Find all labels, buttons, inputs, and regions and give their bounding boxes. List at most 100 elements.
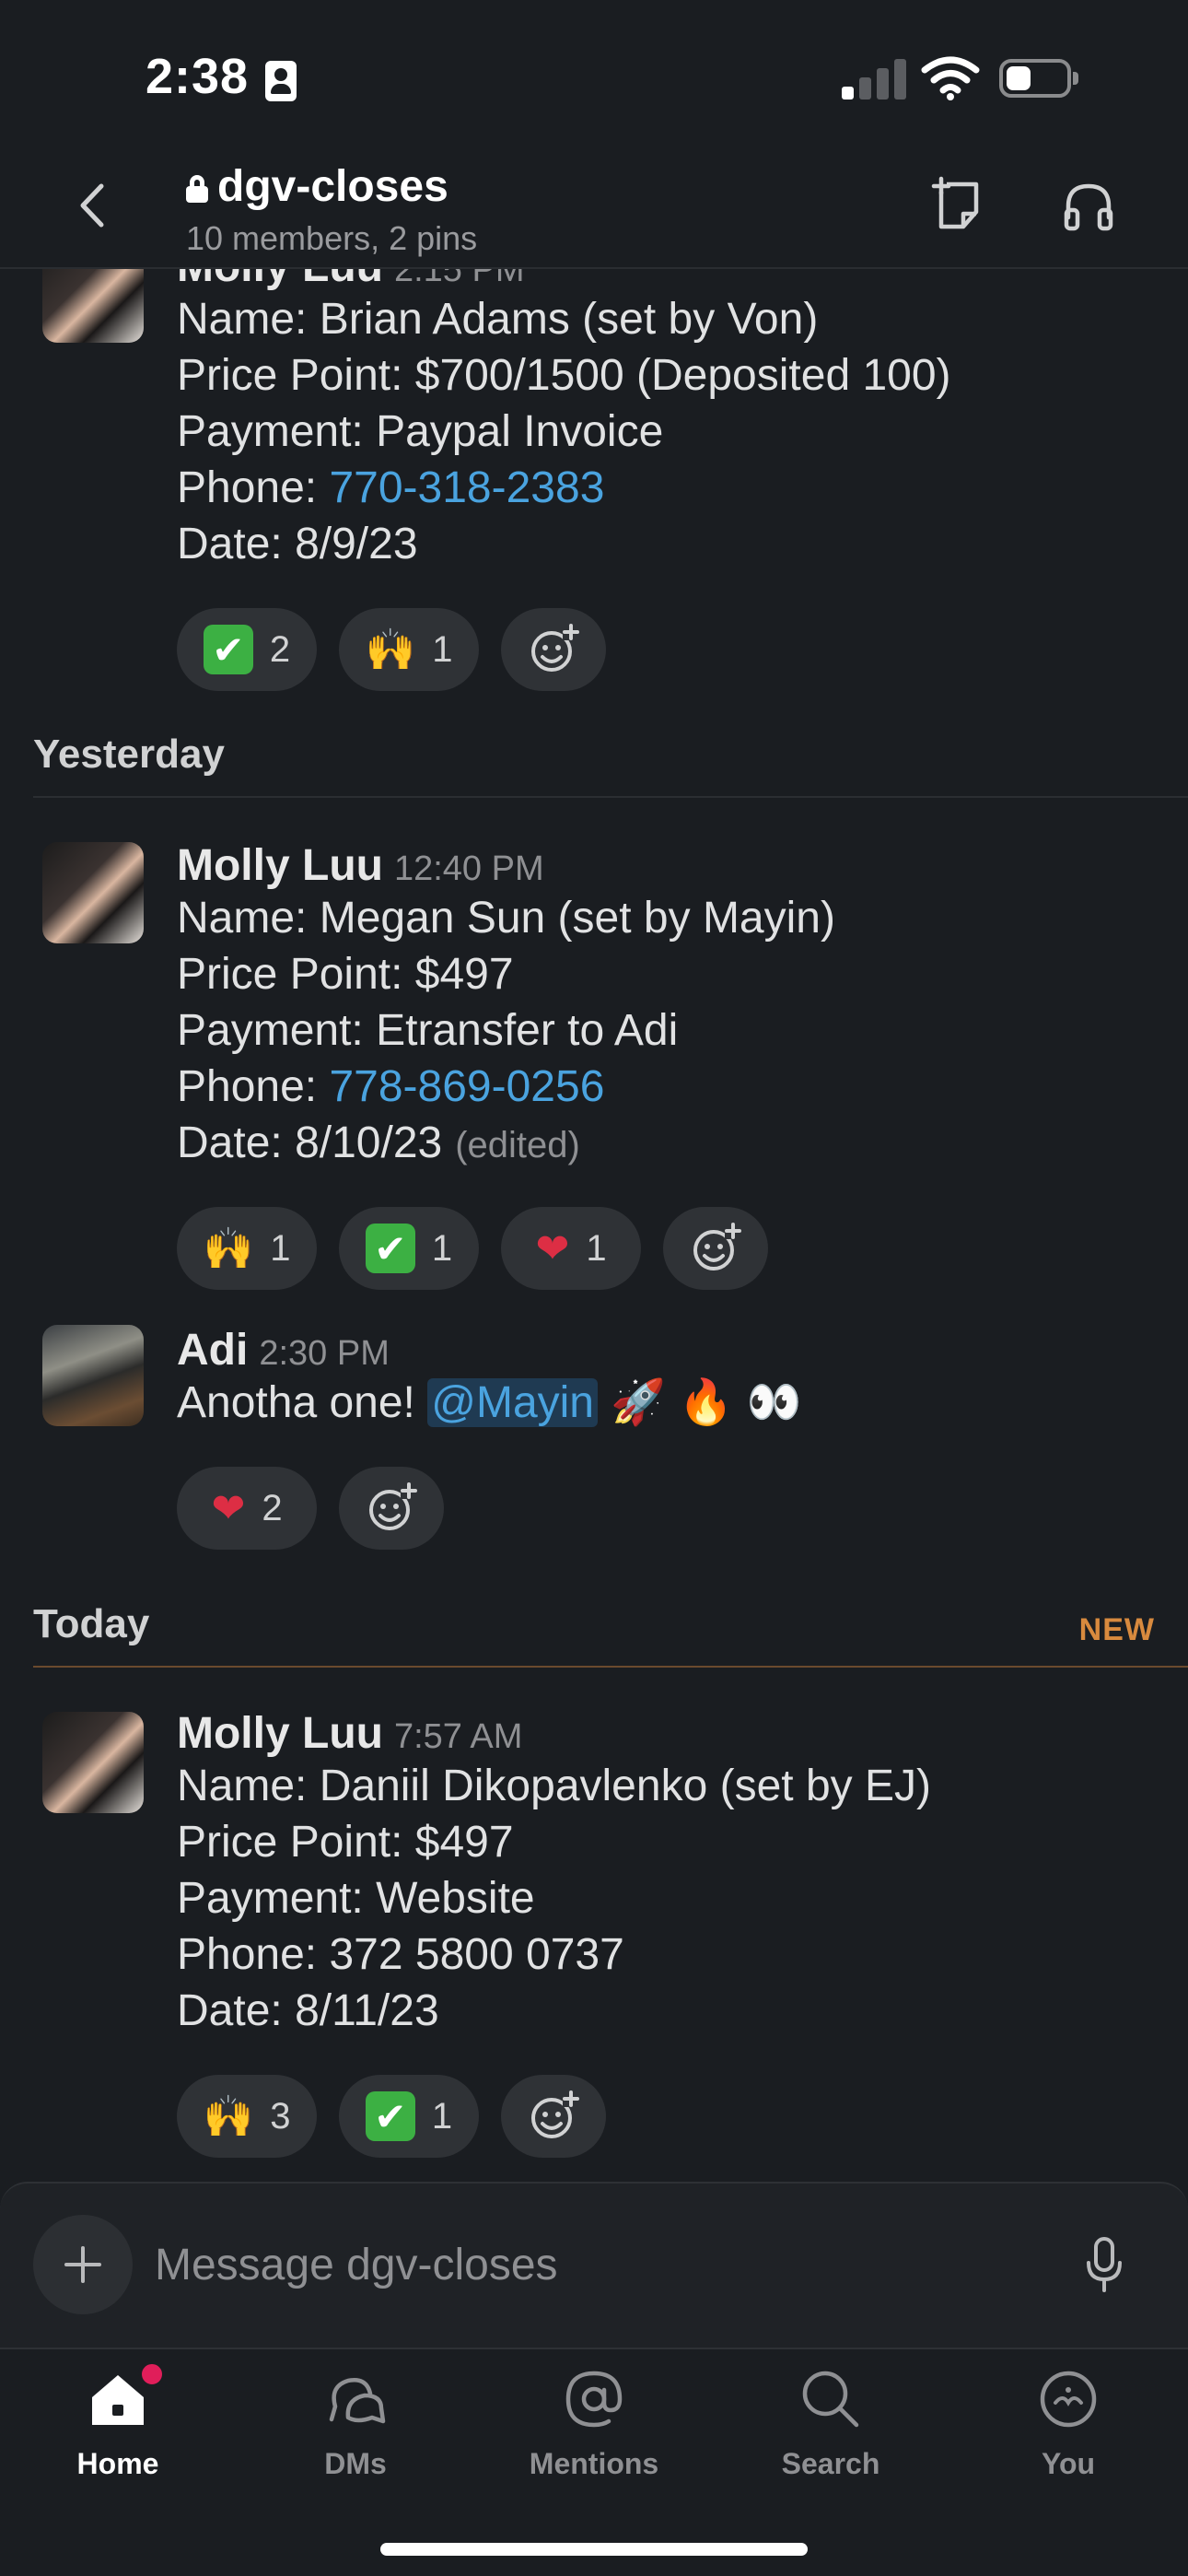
message-line: Phone: 372 5800 0737 — [177, 1930, 624, 1979]
day-divider — [33, 796, 1188, 798]
check-mark-icon: ✔ — [203, 625, 253, 674]
reaction-raised-hands[interactable]: 🙌 1 — [177, 1207, 317, 1290]
sender-name[interactable]: Molly Luu — [177, 269, 383, 291]
date-line: Date: 8/11/23 — [177, 1986, 439, 2035]
phone-line: Phone: 770-318-2383 — [177, 463, 605, 512]
avatar[interactable] — [42, 1325, 144, 1426]
add-reaction-icon — [531, 2090, 579, 2138]
channel-header: dgv-closes 10 members, 2 pins — [0, 147, 1188, 269]
you-icon — [1035, 2366, 1101, 2432]
reaction-raised-hands[interactable]: 🙌 3 — [177, 2075, 317, 2158]
message-line: Name: Daniil Dikopavlenko (set by EJ) — [177, 1762, 931, 1810]
rocket-icon: 🚀 — [611, 1376, 666, 1428]
channel-title-block[interactable]: dgv-closes 10 members, 2 pins — [186, 158, 477, 258]
message-line: Name: Megan Sun (set by Mayin) — [177, 894, 835, 943]
message-time: 2:30 PM — [259, 1334, 390, 1373]
edited-label: (edited) — [455, 1125, 580, 1165]
avatar[interactable] — [42, 269, 144, 343]
message-line: Price Point: $700/1500 (Deposited 100) — [177, 351, 951, 400]
sender-name[interactable]: Molly Luu — [177, 1709, 383, 1758]
lock-icon — [186, 175, 208, 203]
message-input[interactable] — [155, 2228, 1039, 2301]
dms-icon — [322, 2366, 389, 2432]
message-body: Anotha one! @Mayin 🚀 🔥 👀 — [177, 1376, 802, 1428]
raised-hands-icon: 🙌 — [203, 2093, 254, 2140]
focus-person-icon — [265, 61, 297, 101]
message-composer — [0, 2182, 1188, 2348]
new-messages-divider — [33, 1666, 1188, 1668]
avatar[interactable] — [42, 1712, 144, 1813]
tab-bar: Home DMs Mentions Search You — [0, 2348, 1188, 2576]
plus-icon[interactable] — [33, 2215, 133, 2314]
avatar[interactable] — [42, 842, 144, 943]
sender-name[interactable]: Adi — [177, 1326, 248, 1375]
tab-dms[interactable]: DMs — [263, 2366, 448, 2504]
date-line: Date: 8/10/23 (edited) — [177, 1118, 580, 1167]
reaction-heart[interactable]: ❤ 1 — [501, 1207, 641, 1290]
add-reaction-icon — [531, 624, 579, 672]
headphones-icon[interactable] — [1059, 177, 1118, 236]
tab-mentions[interactable]: Mentions — [502, 2366, 686, 2504]
message-line: Payment: Paypal Invoice — [177, 407, 664, 456]
back-chevron-icon[interactable] — [64, 173, 120, 238]
tab-home[interactable]: Home — [26, 2360, 210, 2504]
check-mark-icon: ✔ — [365, 2091, 415, 2141]
reactions-row: 🙌 3 ✔ 1 — [177, 2075, 606, 2158]
day-label-today: Today — [33, 1601, 150, 1646]
channel-meta: 10 members, 2 pins — [186, 219, 478, 257]
message-time: 2:15 PM — [393, 269, 525, 289]
add-reaction-button[interactable] — [339, 1467, 444, 1550]
reaction-raised-hands[interactable]: 🙌 1 — [339, 608, 479, 691]
message-time: 7:57 AM — [393, 1717, 523, 1756]
message-line: Payment: Website — [177, 1874, 535, 1923]
search-icon — [798, 2366, 864, 2432]
phone-line: Phone: 778-869-0256 — [177, 1062, 605, 1111]
date-line: Date: 8/9/23 — [177, 520, 418, 568]
add-reaction-button[interactable] — [501, 608, 606, 691]
fire-icon: 🔥 — [678, 1376, 734, 1428]
check-mark-icon: ✔ — [365, 1224, 415, 1273]
message-line: Price Point: $497 — [177, 1818, 514, 1867]
wifi-icon — [921, 56, 980, 100]
new-badge: NEW — [1078, 1612, 1155, 1647]
canvas-icon[interactable] — [928, 175, 989, 236]
microphone-icon[interactable] — [1083, 2235, 1125, 2296]
message-body: Name: Daniil Dikopavlenko (set by EJ) Pr… — [177, 1758, 931, 2039]
tab-search[interactable]: Search — [739, 2366, 923, 2504]
message-line: Payment: Etransfer to Adi — [177, 1006, 679, 1055]
message-time: 12:40 PM — [393, 849, 544, 888]
heart-icon: ❤ — [211, 1484, 246, 1532]
reactions-row: ✔ 2 🙌 1 — [177, 608, 606, 691]
add-reaction-icon — [693, 1223, 741, 1270]
add-reaction-button[interactable] — [501, 2075, 606, 2158]
reaction-heart[interactable]: ❤ 2 — [177, 1467, 317, 1550]
reactions-row: 🙌 1 ✔ 1 ❤ 1 — [177, 1207, 768, 1290]
message-body: Name: Brian Adams (set by Von) Price Poi… — [177, 291, 951, 572]
tab-you[interactable]: You — [976, 2366, 1160, 2504]
reaction-check[interactable]: ✔ 1 — [339, 2075, 479, 2158]
message-list[interactable]: Molly Luu 2:15 PM Name: Brian Adams (set … — [0, 269, 1188, 2182]
day-label-yesterday: Yesterday — [33, 732, 225, 777]
add-reaction-icon — [369, 1482, 417, 1530]
reaction-check[interactable]: ✔ 2 — [177, 608, 317, 691]
channel-name: dgv-closes — [217, 161, 448, 211]
phone-link[interactable]: 770-318-2383 — [329, 463, 604, 512]
heart-icon: ❤ — [535, 1224, 570, 1272]
add-reaction-button[interactable] — [663, 1207, 768, 1290]
sender-name[interactable]: Molly Luu — [177, 841, 383, 890]
raised-hands-icon: 🙌 — [203, 1225, 254, 1272]
cellular-signal-icon — [842, 57, 906, 100]
raised-hands-icon: 🙌 — [365, 626, 416, 673]
phone-link[interactable]: 778-869-0256 — [329, 1062, 604, 1111]
mentions-icon — [561, 2366, 627, 2432]
notification-badge — [138, 2360, 166, 2388]
user-mention[interactable]: @Mayin — [427, 1378, 598, 1427]
battery-icon — [999, 59, 1078, 98]
message-body: Name: Megan Sun (set by Mayin) Price Poi… — [177, 890, 835, 1174]
message-line: Name: Brian Adams (set by Von) — [177, 295, 819, 344]
message-line: Price Point: $497 — [177, 950, 514, 999]
home-icon — [85, 2360, 166, 2432]
status-time: 2:38 — [146, 49, 250, 104]
reaction-check[interactable]: ✔ 1 — [339, 1207, 479, 1290]
home-indicator[interactable] — [380, 2543, 808, 2556]
